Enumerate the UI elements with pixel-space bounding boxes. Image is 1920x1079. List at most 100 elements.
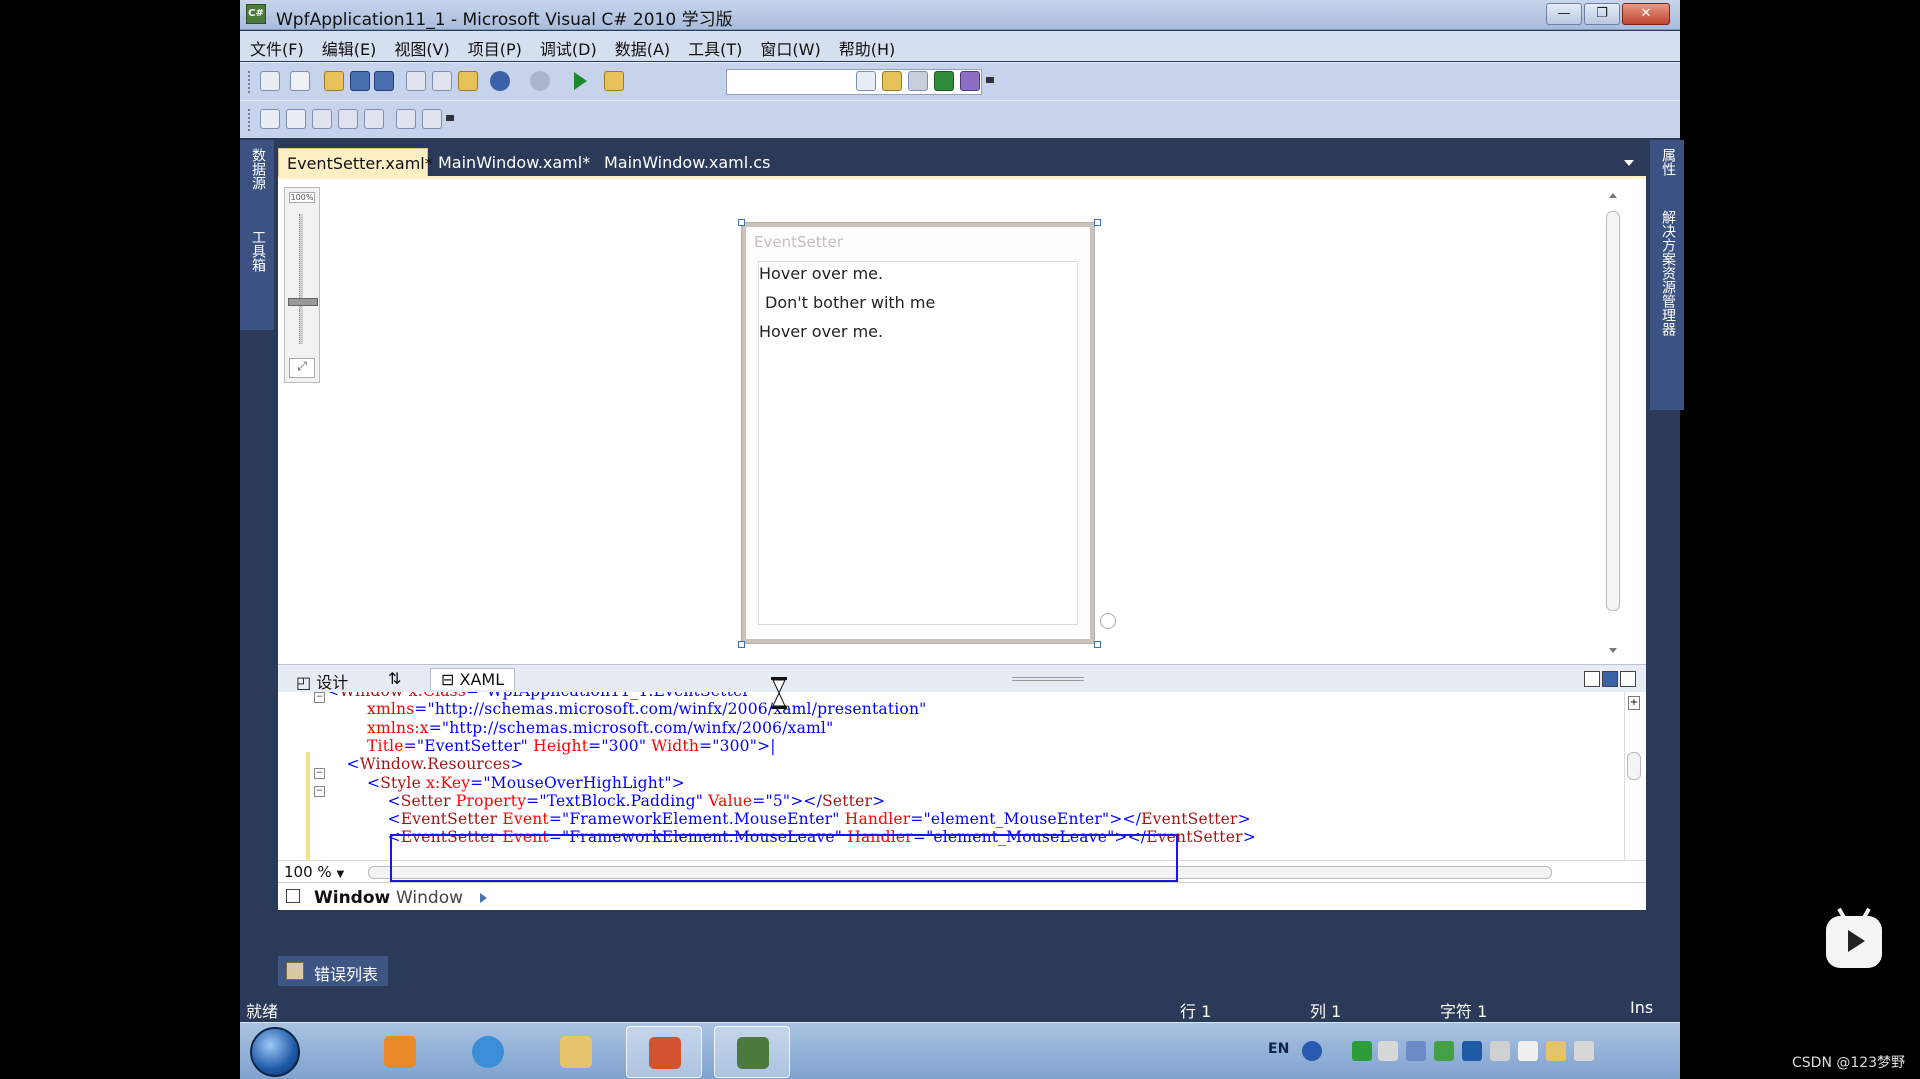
tab-mainwindow-xaml-cs[interactable]: MainWindow.xaml.cs [596, 148, 776, 176]
code-line[interactable]: xmlns="http://schemas.microsoft.com/winf… [326, 700, 926, 718]
menu-file[interactable]: 文件(F) [240, 31, 313, 60]
align-to-grid-icon[interactable] [260, 109, 280, 129]
code-line[interactable]: xmlns:x="http://schemas.microsoft.com/wi… [326, 719, 833, 737]
scroll-up-icon[interactable] [1609, 193, 1617, 198]
start-button[interactable] [250, 1027, 300, 1077]
open-file-icon[interactable] [324, 71, 344, 91]
pointer-icon[interactable] [312, 109, 332, 129]
data-sources-tab[interactable]: 数据源 [248, 148, 268, 190]
chevron-down-icon[interactable]: ▼ [336, 869, 344, 880]
resize-handle[interactable] [738, 219, 745, 226]
swap-panes-button[interactable]: ⇅ [378, 668, 411, 690]
add-item-icon[interactable] [290, 71, 310, 91]
taskbar-internet-explorer[interactable] [450, 1026, 526, 1078]
code-line[interactable]: <Style x:Key="MouseOverHighLight"> [326, 774, 685, 792]
security-icon[interactable] [1434, 1041, 1454, 1061]
solution-explorer-tab[interactable]: 解决方案资源管理器 [1658, 210, 1678, 336]
xaml-view-tab[interactable]: ⊟ XAML [430, 668, 516, 690]
zoom-track[interactable] [299, 214, 303, 344]
start-debugging-icon[interactable] [574, 72, 587, 90]
resize-handle[interactable] [1094, 641, 1101, 648]
design-view-tab[interactable]: ◰ 设计 [286, 668, 358, 692]
splitter-grip[interactable] [1012, 677, 1084, 681]
menu-help[interactable]: 帮助(H) [830, 31, 905, 60]
input-language[interactable]: EN [1268, 1041, 1289, 1057]
redo-icon[interactable] [530, 71, 550, 91]
comment-icon[interactable] [422, 109, 442, 129]
scrollbar-thumb[interactable] [1606, 211, 1620, 611]
textblock-2[interactable]: Don't bother with me [765, 293, 935, 312]
tab-mainwindow-xaml[interactable]: MainWindow.xaml* [430, 148, 590, 176]
collapse-region-icon[interactable]: − [314, 692, 325, 703]
extension-manager-icon[interactable] [960, 71, 980, 91]
taskbar-explorer[interactable] [538, 1026, 614, 1078]
menu-data[interactable]: 数据(A) [606, 31, 679, 60]
properties-tab[interactable]: 属性 [1658, 148, 1678, 176]
video-play-badge[interactable] [1826, 907, 1882, 968]
play-icon[interactable] [1848, 930, 1865, 952]
save-all-icon[interactable] [374, 71, 394, 91]
cut-icon[interactable] [406, 71, 426, 91]
breadcrumb-item-window[interactable]: Window [396, 888, 463, 908]
size-to-grid-icon[interactable] [286, 109, 306, 129]
collapse-region-icon[interactable]: − [314, 768, 325, 779]
taskbar-powerpoint[interactable] [626, 1026, 702, 1078]
chevron-down-icon[interactable] [1624, 160, 1634, 166]
save-icon[interactable] [350, 71, 370, 91]
textblock-1[interactable]: Hover over me. [759, 264, 883, 283]
menu-project[interactable]: 项目(P) [459, 31, 531, 60]
toolbar-grip[interactable] [248, 109, 251, 131]
preview-stackpanel[interactable]: Hover over me. Don't bother with me Hove… [758, 261, 1078, 625]
taskbar-media-player[interactable] [362, 1026, 438, 1078]
devices-icon[interactable] [1490, 1041, 1510, 1061]
zoom-slider[interactable]: 100% ⤢ [284, 187, 320, 383]
indent-icon[interactable] [396, 109, 416, 129]
flag-icon[interactable] [1518, 1041, 1538, 1061]
connection-icon[interactable] [1406, 1041, 1426, 1061]
grid-adorner-icon[interactable] [1100, 613, 1116, 629]
zoom-label[interactable]: 100% [289, 192, 315, 203]
restore-button[interactable]: ❐ [1584, 3, 1620, 25]
menu-tools[interactable]: 工具(T) [679, 31, 751, 60]
menu-edit[interactable]: 编辑(E) [313, 31, 386, 60]
fit-to-window-icon[interactable]: ⤢ [289, 358, 315, 378]
display-icon[interactable] [1462, 1041, 1482, 1061]
breadcrumb-item-window-bold[interactable]: Window [314, 888, 390, 908]
paste-icon[interactable] [458, 71, 478, 91]
copy-icon[interactable] [432, 71, 452, 91]
properties-icon[interactable] [882, 71, 902, 91]
tab-order-icon[interactable] [364, 109, 384, 129]
design-surface[interactable]: 100% ⤢ EventSetter Hover over me. Don't … [278, 176, 1646, 664]
start-page-icon[interactable] [934, 71, 954, 91]
code-line[interactable]: Title="EventSetter" Height="300" Width="… [326, 737, 776, 755]
collapse-pane-icon[interactable] [1620, 671, 1636, 687]
toolbox-icon[interactable] [908, 71, 928, 91]
solution-explorer-icon[interactable] [856, 71, 876, 91]
code-line[interactable]: <Window x:Class="WpfApplication11_1.Even… [326, 692, 757, 700]
menu-view[interactable]: 视图(V) [385, 31, 458, 60]
code-line[interactable]: <EventSetter Event="FrameworkElement.Mou… [326, 810, 1251, 828]
close-button[interactable]: ✕ [1622, 3, 1670, 25]
undo-icon[interactable] [490, 71, 510, 91]
editor-zoom-combo[interactable]: 100 % ▼ [284, 863, 344, 881]
collapse-region-icon[interactable]: − [314, 786, 325, 797]
document-outline-icon[interactable] [286, 889, 300, 903]
menu-window[interactable]: 窗口(W) [751, 31, 829, 60]
network-icon[interactable] [1352, 1041, 1372, 1061]
speaker-icon[interactable] [1574, 1041, 1594, 1061]
toolbar-options-icon[interactable] [986, 77, 994, 83]
editor-vertical-scrollbar[interactable]: + [1624, 692, 1644, 860]
horizontal-split-icon[interactable] [1602, 671, 1618, 687]
toolbar-grip[interactable] [248, 71, 251, 93]
find-in-files-icon[interactable] [604, 71, 624, 91]
zoom-thumb[interactable] [288, 298, 318, 306]
help-icon[interactable] [1302, 1041, 1322, 1061]
power-icon[interactable] [1546, 1041, 1566, 1061]
error-list-tab[interactable]: 错误列表 [278, 956, 389, 986]
font-size-icon[interactable] [338, 109, 358, 129]
scrollbar-thumb[interactable] [1627, 752, 1641, 780]
textblock-3[interactable]: Hover over me. [759, 322, 883, 341]
chevron-right-icon[interactable] [480, 893, 487, 903]
wpf-window-preview[interactable]: EventSetter Hover over me. Don't bother … [742, 223, 1094, 643]
menu-debug[interactable]: 调试(D) [531, 31, 606, 60]
